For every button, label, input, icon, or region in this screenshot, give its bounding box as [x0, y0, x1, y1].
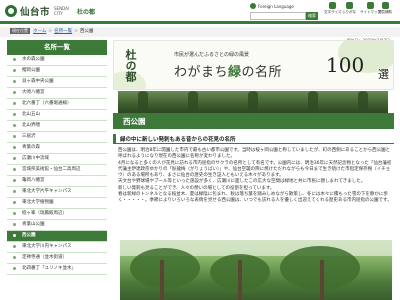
park-title-bar — [113, 113, 394, 129]
sidebar-item[interactable]: 青葉の森 — [7, 143, 107, 154]
tree-shape — [248, 91, 258, 113]
foreign-language-link[interactable]: Foreign Language — [250, 3, 294, 9]
breadcrumb-separator: > — [74, 28, 78, 34]
accessibility-label: 閲覧補助 — [378, 10, 392, 14]
paragraph: 春は新緑のトンネルとなる桜並木、夏は緑陰に包まれ、秋は落ち葉を踏みしめながら散策… — [118, 192, 392, 204]
globe-icon — [250, 3, 256, 9]
accessibility-button[interactable]: 閲覧補助 — [378, 2, 392, 15]
sidebar-list: 水の森公園 榴岡公園 貝ヶ森中央公園 大崎八幡宮 北六番丁（六番堀通線） 北山五山 北山界隈… — [7, 55, 107, 275]
paragraph: 西公園は、明治8年に開園した市内で最も古い都市公園です。当時は桜ヶ岡公園と称して… — [118, 148, 391, 160]
furigana-label: ふりがな — [342, 10, 356, 14]
sidebar-item[interactable]: 東北大学川内キャンパス — [7, 242, 107, 253]
sidebar-item[interactable]: 北山界隈 — [7, 121, 107, 132]
sidebar-item[interactable]: 貝ヶ森中央公園 — [7, 77, 107, 88]
text-size-icon — [329, 2, 337, 9]
banner-title-green: 緑 — [228, 65, 242, 80]
breadcrumb-home-link[interactable]: ホーム — [33, 28, 46, 34]
sidebar-item[interactable]: 東北大学植物園 — [7, 198, 107, 209]
park-photo — [120, 240, 392, 300]
sidebar-item[interactable]: 広瀬川中流域 — [7, 154, 107, 165]
hero-banner: 杜の都 市民が選んだふるさとの緑の風景 わがまち緑の名所 100 選 — [113, 40, 394, 90]
sidebar-item[interactable]: 大崎八幡宮 — [7, 88, 107, 99]
breadcrumb-current: 西公園 — [79, 29, 94, 34]
site-header: 仙台市 SENDAI CITY 杜の都 Foreign Language 検索 … — [0, 0, 400, 24]
banner-title: わがまち緑の名所 — [174, 61, 282, 80]
logo-subtitle: SENDAI CITY — [54, 6, 69, 16]
sidebar-item[interactable]: 経ヶ峯（瑞鳳殿周辺） — [7, 209, 107, 220]
breadcrumb-separator: > — [48, 28, 53, 34]
sidebar-item[interactable]: 青葉山公園 — [7, 220, 107, 231]
sitemap-icon — [367, 2, 374, 9]
logo-tagline: 杜の都 — [77, 8, 96, 16]
tree-shape — [188, 91, 198, 113]
sidebar-title: 名所一覧 — [7, 40, 107, 55]
subheading-marker — [113, 134, 116, 143]
text-size-button[interactable]: 文字サイズ — [324, 2, 341, 15]
park-photo-strip — [118, 91, 388, 113]
sidebar-item[interactable]: 北山五山 — [7, 110, 107, 121]
tree-shape — [138, 91, 148, 113]
paragraph: 天文台や野球場やプール等といった施設が多く、広瀬川に面したこの広大な空間は緑地と… — [118, 179, 366, 185]
sidebar: 名所一覧 水の森公園 榴岡公園 貝ヶ森中央公園 大崎八幡宮 北六番丁（六番堀通線） 北山五… — [7, 40, 107, 275]
sidebar-item[interactable]: 北四番丁「ユリノキ並木」 — [7, 264, 107, 275]
sidebar-item[interactable]: 西公園 — [7, 231, 107, 242]
foreign-language-label: Foreign Language — [258, 3, 294, 9]
tree-trunk — [160, 260, 164, 300]
site-logo[interactable]: 仙台市 SENDAI CITY 杜の都 — [5, 4, 95, 18]
tree-trunk — [238, 260, 242, 300]
logo-text: 仙台市 — [20, 7, 51, 18]
sidebar-item[interactable]: 東北大学片平キャンパス — [7, 187, 107, 198]
sidebar-item[interactable]: 北六番丁（六番堀通線） — [7, 99, 107, 110]
breadcrumb-list-link[interactable]: 名所一覧 — [54, 28, 72, 34]
breadcrumb-current-location-label: 現在位置 — [10, 28, 30, 34]
tree-crown — [130, 248, 200, 288]
subheading: 緑の中に新しい発刺もある昔からの花見の名所 — [120, 137, 236, 143]
accessibility-icon — [381, 2, 389, 9]
sidebar-item[interactable]: 宮城県美術館・仙台二高周辺 — [7, 165, 107, 176]
tree-trunk — [320, 260, 324, 300]
sidebar-item[interactable]: 榴岡公園 — [7, 66, 107, 77]
banner-calligraphy: 杜の都 — [124, 49, 137, 82]
sidebar-item[interactable]: 水の森公園 — [7, 55, 107, 66]
article-body: 西公園は、明治8年に開園した市内で最も古い都市公園です。当時は桜ヶ岡公園と称して… — [118, 148, 392, 205]
tree-shape — [308, 91, 318, 113]
search-button[interactable]: 検索 — [306, 12, 318, 20]
sidebar-item[interactable]: 亀岡八幡宮 — [7, 176, 107, 187]
paragraph: 4月になると多くの人が花見に訪れる市内屈指のサクラの名所として有名です。公園内に… — [118, 160, 392, 179]
sidebar-item[interactable]: 定禅寺通（並木街道） — [7, 253, 107, 264]
banner-sen: 選 — [378, 68, 389, 81]
page-title: 西公園 — [123, 117, 146, 126]
banner-number: 100 — [326, 53, 365, 77]
search-input[interactable] — [250, 12, 306, 20]
furigana-icon — [345, 2, 353, 9]
banner-title-post: の名所 — [241, 65, 283, 80]
furigana-button[interactable]: ふりがな — [342, 2, 356, 15]
breadcrumb: 現在位置 ホーム > 名所一覧 > 西公園 — [10, 28, 93, 34]
text-size-label: 文字サイズ — [324, 10, 342, 14]
city-emblem-icon — [5, 5, 17, 17]
banner-title-pre: わがまち — [174, 65, 229, 80]
sidebar-item[interactable]: 三居沢 — [7, 132, 107, 143]
banner-tagline: 市民が選んだふるさとの緑の風景 — [174, 52, 249, 58]
tree-shape — [358, 91, 368, 113]
